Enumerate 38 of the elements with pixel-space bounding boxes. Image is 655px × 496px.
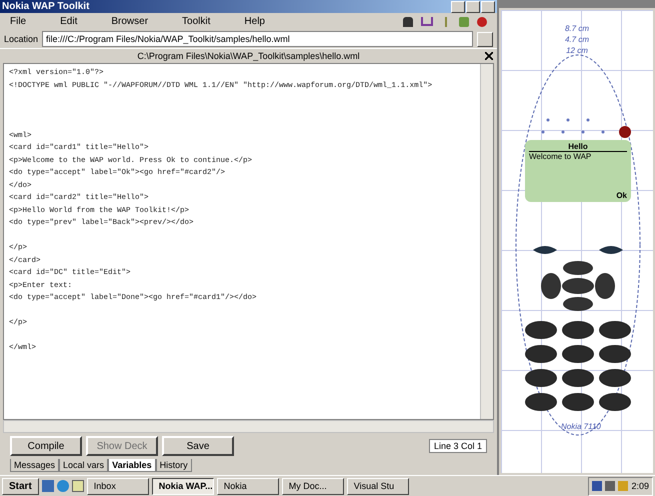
menu-item[interactable]: File (10, 16, 26, 27)
clock: 2:09 (631, 481, 649, 491)
panel-tab[interactable]: Variables (108, 459, 156, 472)
window-title: Nokia WAP Toolkit (2, 1, 90, 12)
close-icon[interactable] (485, 52, 493, 60)
phone-caption: Nokia 7110 (561, 422, 601, 431)
close-button[interactable] (481, 0, 495, 12)
taskbar-button[interactable]: Nokia (216, 478, 279, 494)
taskbar-button[interactable]: Nokia WAP... (152, 478, 214, 494)
menu-item[interactable]: Toolkit (182, 16, 210, 27)
menu-item[interactable]: Browser (111, 16, 148, 27)
panel-tab[interactable]: History (156, 459, 192, 472)
editor-title: C:\Program Files\Nokia\WAP_Toolkit\samples\hello.wml (137, 51, 360, 61)
softkey-label: Ok (615, 191, 627, 200)
start-button[interactable]: Start (2, 478, 39, 494)
panel-tab[interactable]: Messages (10, 459, 60, 472)
taskbar-button[interactable]: Inbox (86, 478, 149, 494)
vertical-scrollbar[interactable] (480, 64, 493, 419)
taskbar-button[interactable]: Visual Stu (346, 478, 409, 494)
menu-item[interactable]: Help (244, 16, 265, 27)
horizontal-scrollbar[interactable] (3, 420, 494, 433)
editor-button[interactable]: Save (162, 436, 234, 456)
screen-text: Welcome to WAP (529, 152, 592, 161)
maximize-button[interactable] (466, 0, 480, 12)
location-label: Location (4, 34, 38, 44)
menu-item[interactable]: Edit (60, 16, 78, 27)
screen-title: Hello (529, 142, 627, 152)
minimize-button[interactable] (451, 0, 465, 12)
dimension-label: 12 cm (566, 46, 588, 55)
location-field[interactable]: file:///C:/Program Files/Nokia/WAP_Toolkit/samples/hello.wml (42, 31, 473, 47)
dimension-label: 8.7 cm (564, 24, 589, 33)
cursor-position: Line 3 Col 1 (428, 439, 487, 453)
panel-tab[interactable]: Local vars (59, 459, 108, 472)
dimension-label: 4.7 cm (564, 35, 589, 44)
dropdown-button[interactable] (477, 32, 493, 46)
taskbar-button[interactable]: My Doc... (282, 478, 344, 494)
code-editor[interactable] (3, 63, 494, 420)
editor-button[interactable]: Compile (10, 436, 82, 456)
